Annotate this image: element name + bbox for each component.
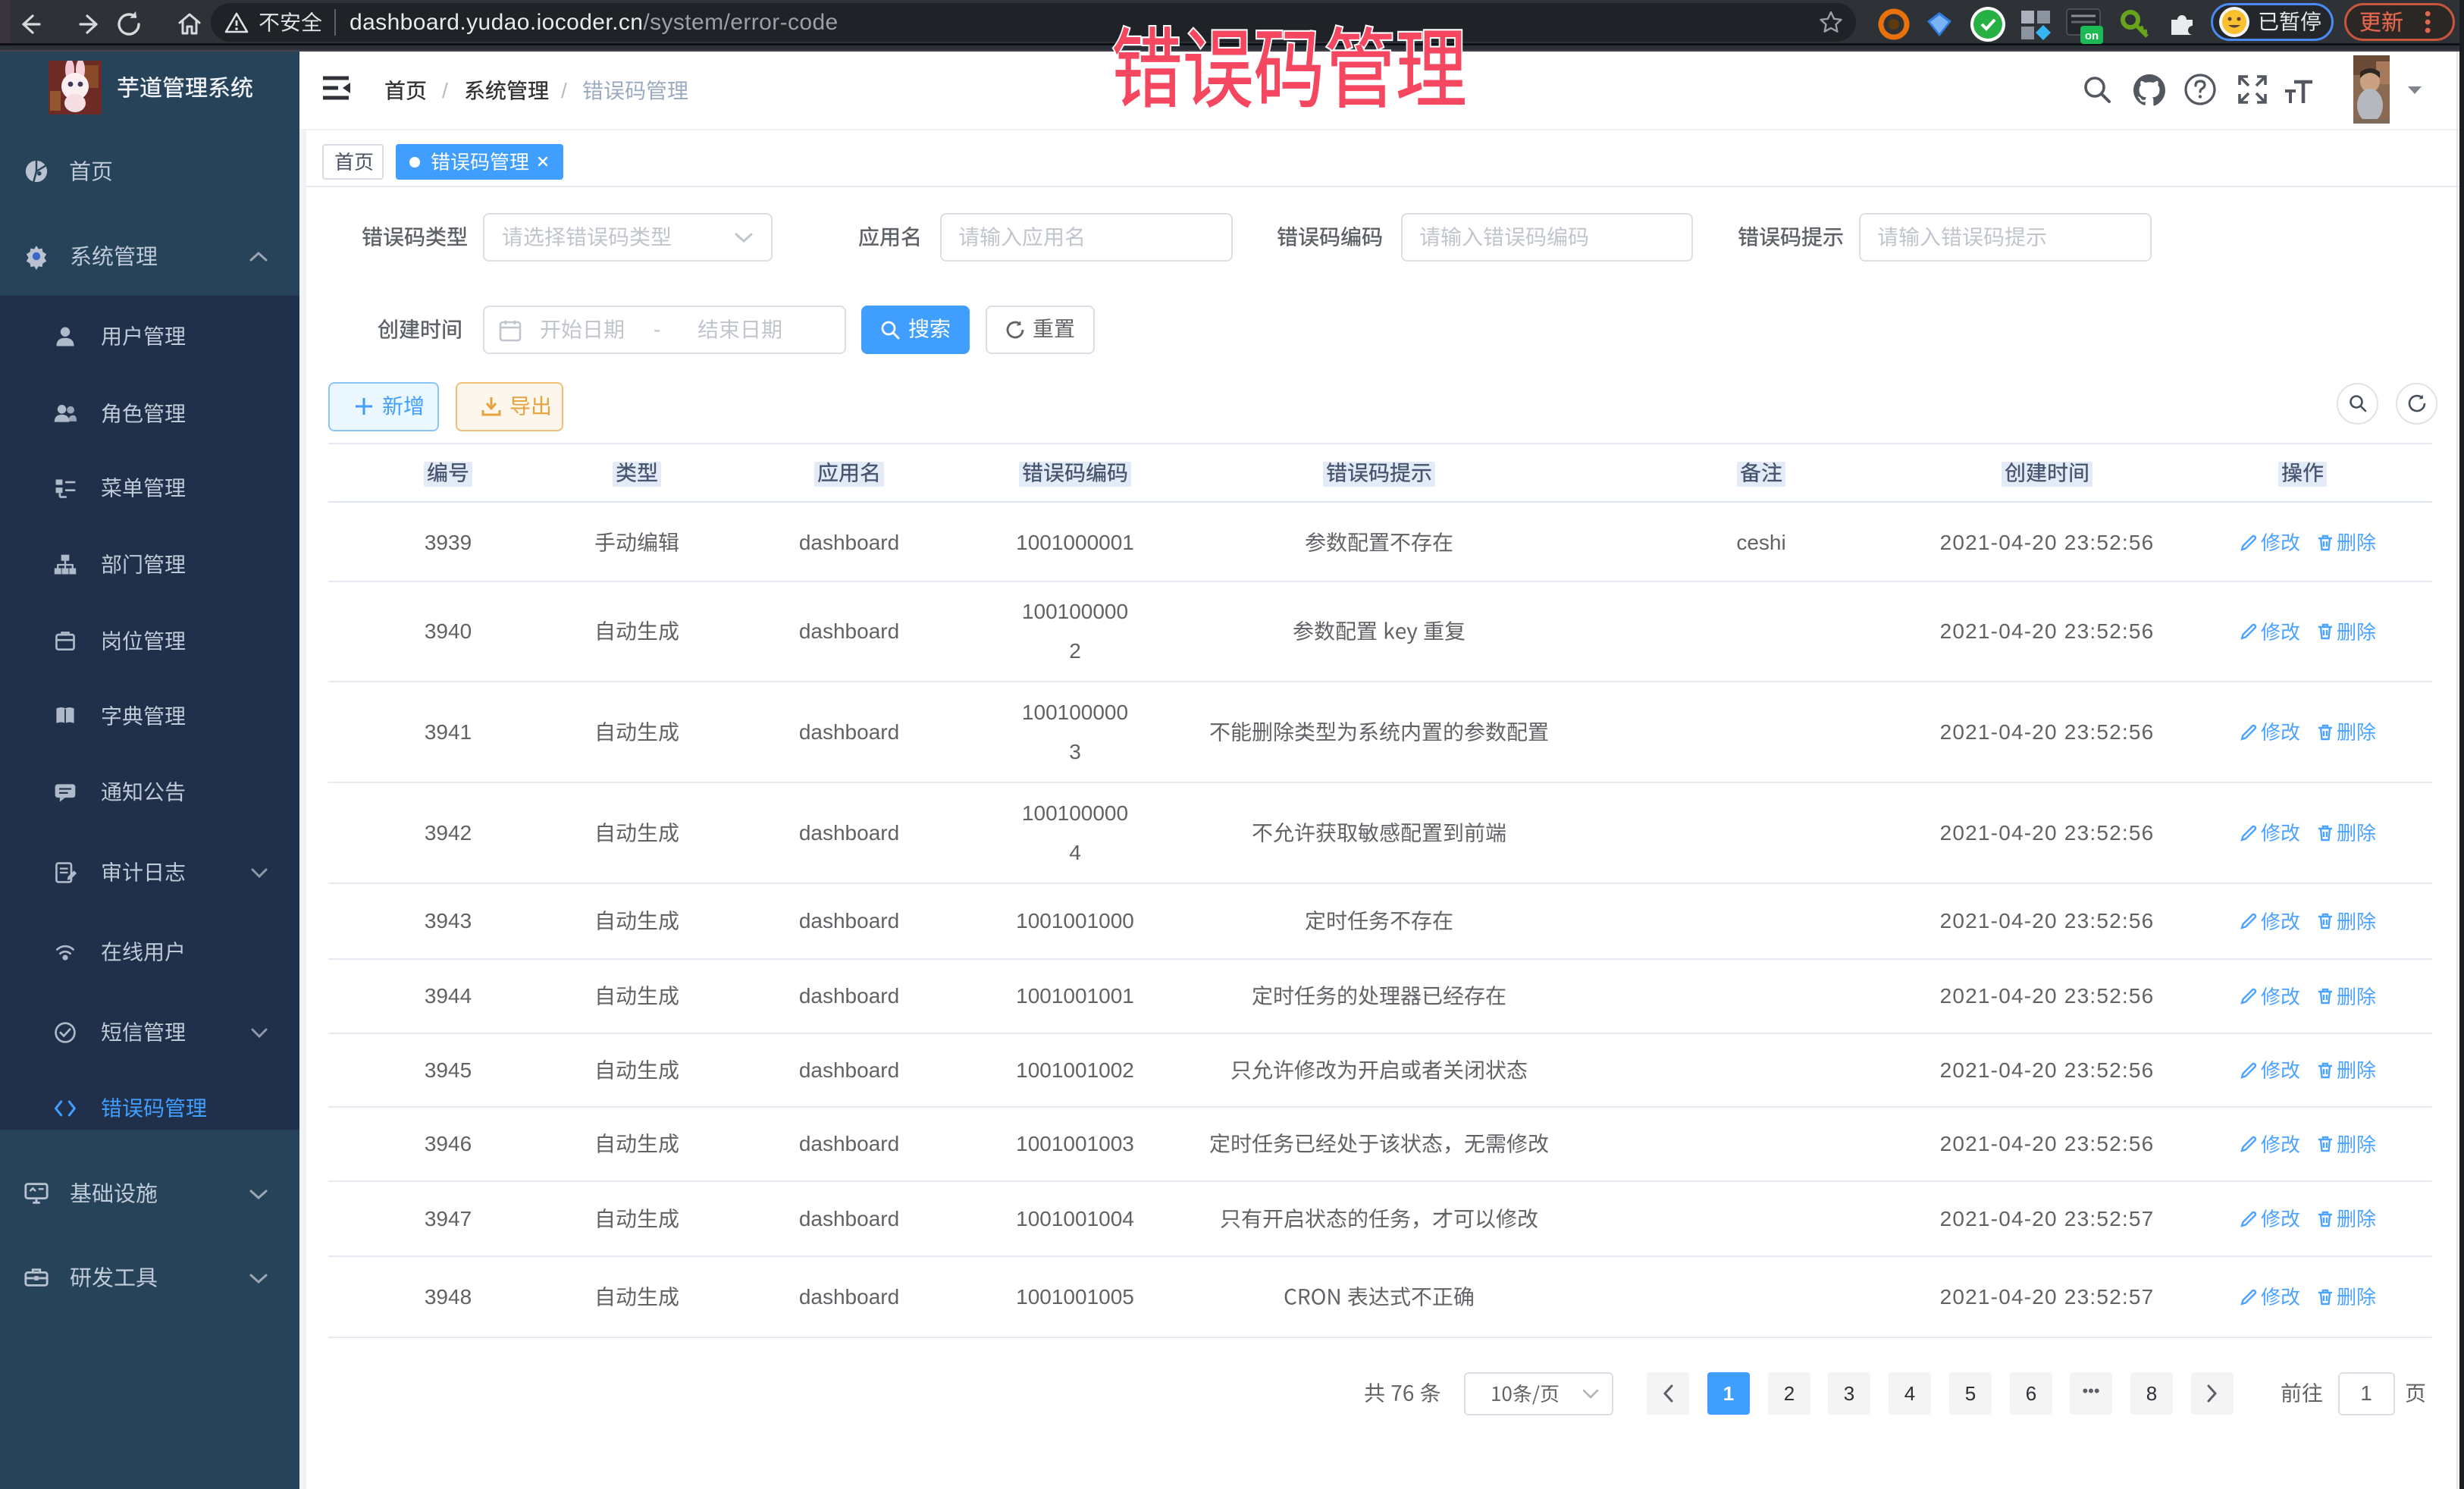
svg-text:on: on xyxy=(2085,30,2099,42)
